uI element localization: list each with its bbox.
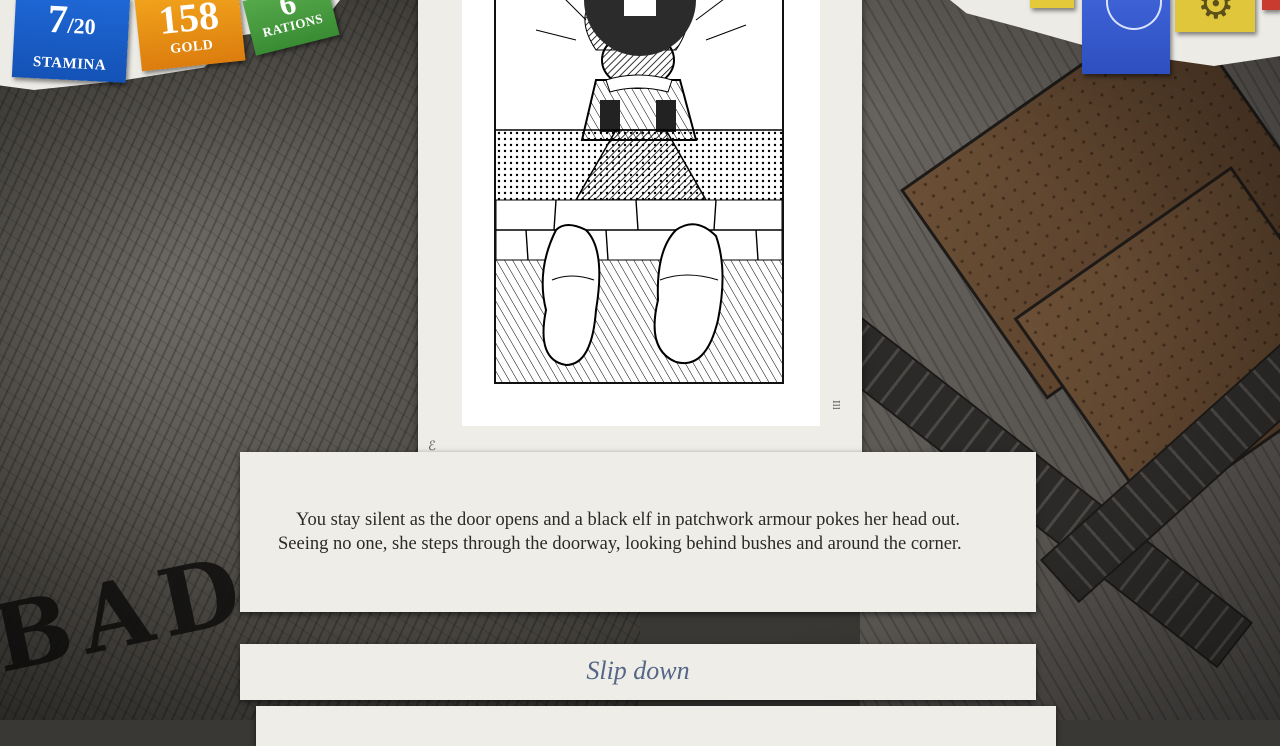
choice-label: Slip down xyxy=(586,656,690,685)
menu-flag[interactable] xyxy=(1082,0,1170,74)
choice-button[interactable]: Slip down xyxy=(240,644,1036,700)
stamina-max: /20 xyxy=(66,12,97,40)
warrior-illustration xyxy=(494,0,784,384)
story-text: You stay silent as the door opens and a … xyxy=(278,510,962,554)
next-choice-button[interactable] xyxy=(256,706,1056,746)
illustration-frame xyxy=(462,0,820,426)
stamina-flag[interactable]: 7/20 STAMINA xyxy=(11,0,131,83)
settings-flag[interactable]: ⚙ xyxy=(1175,0,1255,32)
gold-flag[interactable]: 158 GOLD xyxy=(134,0,246,72)
gear-icon: ⚙ xyxy=(1197,0,1235,28)
red-flag[interactable] xyxy=(1262,0,1280,10)
stamina-value-group: 7/20 xyxy=(14,0,130,49)
armoured-warrior-illustration-icon xyxy=(496,0,782,382)
yellow-flag[interactable] xyxy=(1030,0,1074,8)
stamina-label: STAMINA xyxy=(32,54,107,74)
stamina-value: 7 xyxy=(46,0,70,42)
badge-shape xyxy=(632,0,648,6)
story-panel: You stay silent as the door opens and a … xyxy=(240,452,1036,612)
illustration-card: Ill ℰ xyxy=(418,0,862,474)
artist-signature: Ill xyxy=(830,400,842,410)
emblem-icon xyxy=(1106,0,1162,30)
